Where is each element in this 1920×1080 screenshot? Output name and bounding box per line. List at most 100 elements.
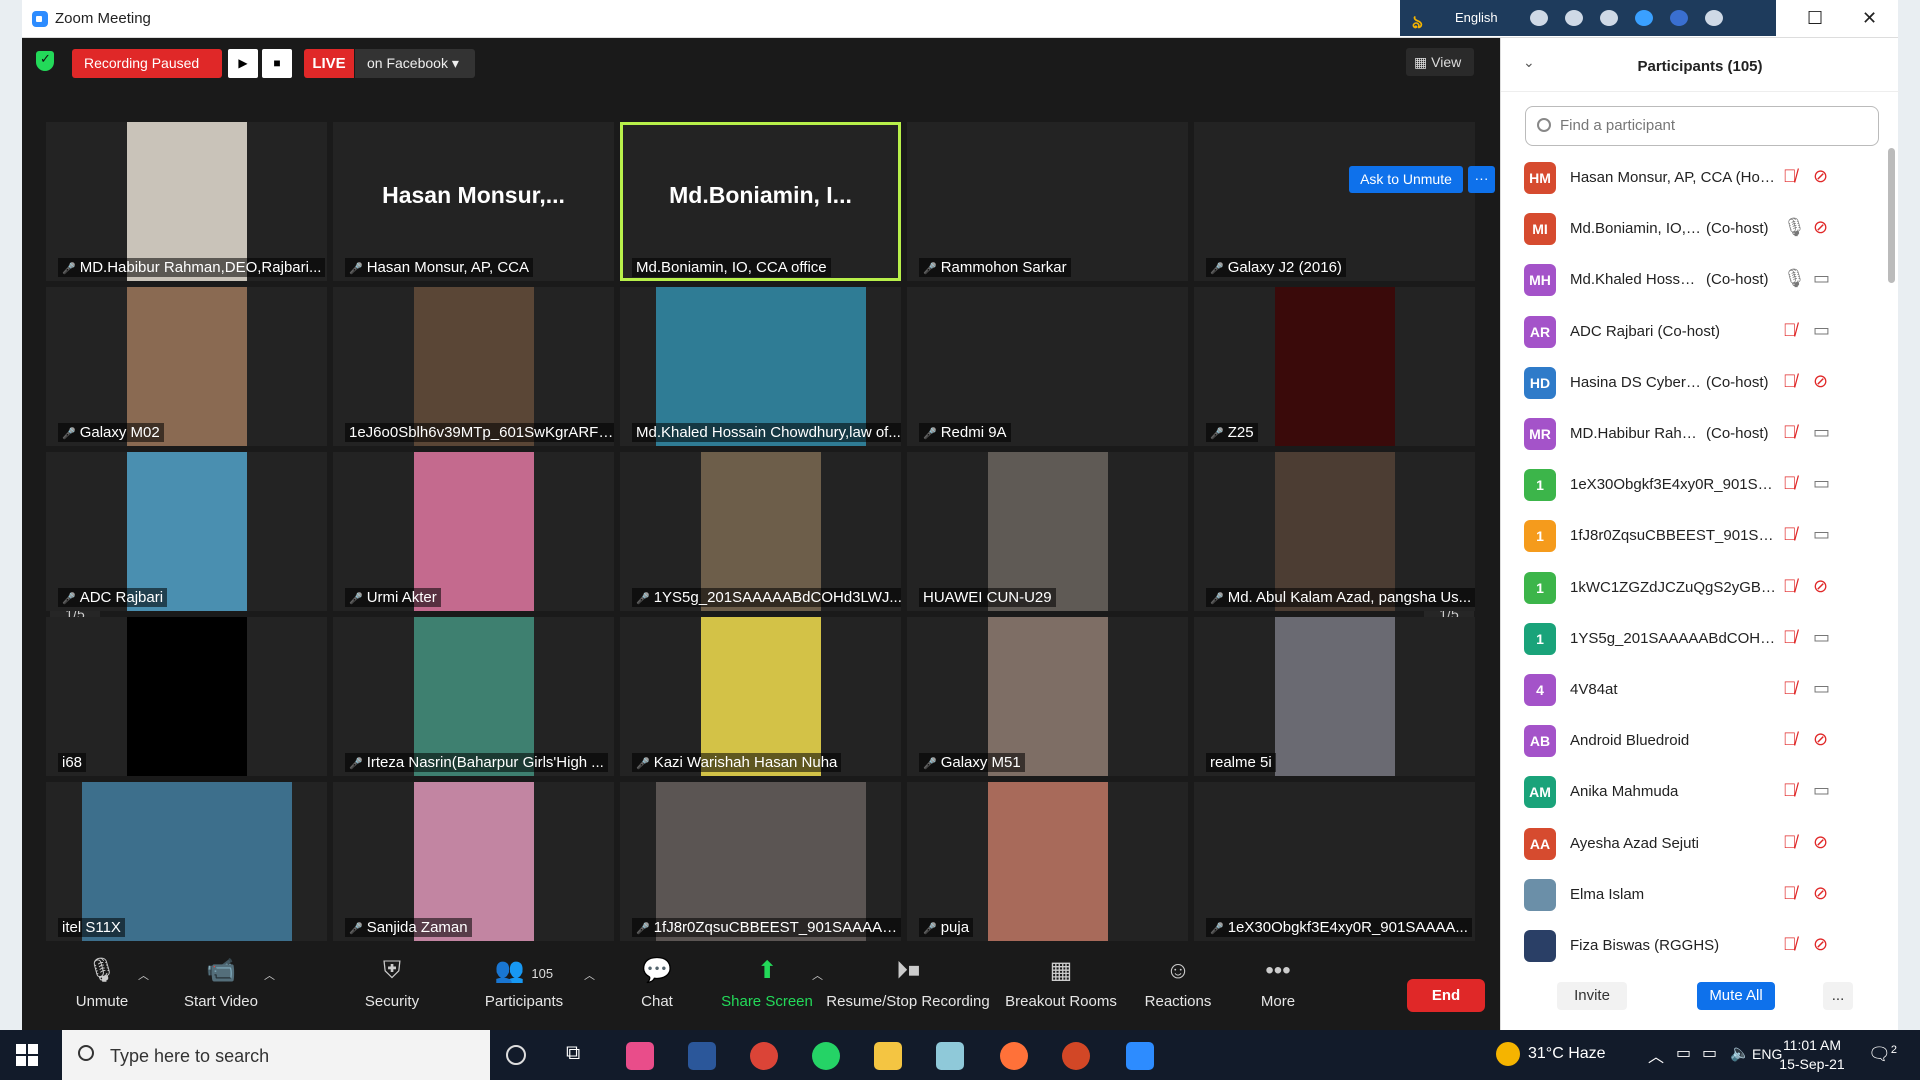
participant-video-tile[interactable]: HUAWEI CUN-U29	[907, 452, 1188, 611]
participant-row[interactable]: MI Md.Boniamin, IO, CCA ...(Co-host) 🎙 ⊘	[1501, 203, 1891, 254]
battery-icon[interactable]: ▭	[1702, 1043, 1717, 1063]
participant-row[interactable]: HD Hasina DS Cyber CCA I...(Co-host) 🎙̸ ⊘	[1501, 357, 1891, 408]
participant-row[interactable]: AB Android Bluedroid 🎙̸ ⊘	[1501, 715, 1891, 766]
live-stream-target-dropdown[interactable]: on Facebook ▾	[355, 49, 475, 78]
help-icon[interactable]	[1670, 10, 1688, 26]
network-icon[interactable]: ▭	[1676, 1043, 1691, 1063]
microphone-icon[interactable]: 🎙	[1783, 217, 1806, 238]
participant-video-tile[interactable]: Kazi Warishah Hasan Nuha	[620, 617, 901, 776]
microphone-muted-icon[interactable]: 🎙̸	[1783, 627, 1797, 648]
video-camera-icon[interactable]: ▭	[1813, 268, 1830, 289]
video-off-icon[interactable]: ⊘	[1813, 729, 1828, 750]
participant-row[interactable]: AA Ayesha Azad Sejuti 🎙̸ ⊘	[1501, 818, 1891, 869]
microphone-muted-icon[interactable]: 🎙̸	[1783, 678, 1797, 699]
info-icon[interactable]	[1705, 10, 1723, 26]
video-camera-icon[interactable]: ▭	[1813, 473, 1830, 494]
participant-video-tile[interactable]: 1eJ6o0Sblh6v39MTp_601SwKgrARFB...	[333, 287, 614, 446]
chevron-up-icon[interactable]: ︿	[264, 967, 275, 983]
microphone-muted-icon[interactable]: 🎙̸	[1783, 524, 1797, 545]
panel-more-button[interactable]: ...	[1823, 982, 1853, 1010]
video-camera-icon[interactable]: ▭	[1813, 678, 1830, 699]
microphone-muted-icon[interactable]: 🎙̸	[1783, 934, 1797, 955]
task-view-icon[interactable]: ⧉	[566, 1042, 594, 1070]
video-off-icon[interactable]: ⊘	[1813, 576, 1828, 597]
participant-video-tile[interactable]: realme 5i	[1194, 617, 1475, 776]
gear-icon[interactable]	[1600, 10, 1618, 26]
video-camera-icon[interactable]: ▭	[1813, 524, 1830, 545]
view-button[interactable]: ▦ View	[1406, 48, 1474, 76]
chat-button[interactable]: 💬 Chat	[622, 945, 692, 1030]
powerpoint-app-icon[interactable]	[1062, 1042, 1090, 1070]
participant-video-tile[interactable]: Galaxy M51	[907, 617, 1188, 776]
participant-video-tile[interactable]: Galaxy M02	[46, 287, 327, 446]
participant-row[interactable]: HM Hasan Monsur, AP, CCA (Host, me)🎙̸ ⊘	[1501, 152, 1891, 203]
taskbar-search-input[interactable]: Type here to search	[62, 1030, 490, 1080]
microphone-muted-icon[interactable]: 🎙̸	[1783, 576, 1797, 597]
participant-video-tile[interactable]: Md.Khaled Hossain Chowdhury,law of...	[620, 287, 901, 446]
participant-row[interactable]: AM Anika Mahmuda 🎙̸ ▭	[1501, 766, 1891, 817]
participant-video-tile[interactable]: 1eX30Obgkf3E4xy0R_901SAAAA...	[1194, 782, 1475, 941]
participant-video-tile[interactable]: ADC Rajbari	[46, 452, 327, 611]
participant-row[interactable]: 1 1YS5g_201SAAAAABdCOHd3LW...🎙̸ ▭	[1501, 613, 1891, 664]
participant-video-tile[interactable]: Hasan Monsur,... Hasan Monsur, AP, CCA	[333, 122, 614, 281]
video-camera-icon[interactable]: ▭	[1813, 320, 1830, 341]
participant-row[interactable]: 4 4V84at 🎙̸ ▭	[1501, 664, 1891, 715]
participant-video-tile[interactable]: 1YS5g_201SAAAAABdCOHd3LWJ...	[620, 452, 901, 611]
resume-recording-button[interactable]: ▶	[228, 49, 258, 78]
chevron-up-icon[interactable]: ︿	[1648, 1043, 1664, 1067]
participant-row[interactable]: MH Md.Khaled Hossain Ch...(Co-host) 🎙 ▭	[1501, 254, 1891, 305]
participant-video-tile[interactable]: Z25	[1194, 287, 1475, 446]
firefox-app-icon[interactable]	[1000, 1042, 1028, 1070]
participant-video-tile[interactable]: Rammohon Sarkar	[907, 122, 1188, 281]
video-off-icon[interactable]: ⊘	[1813, 832, 1828, 853]
participant-video-tile[interactable]: puja	[907, 782, 1188, 941]
microphone-muted-icon[interactable]: 🎙̸	[1783, 729, 1797, 750]
windows-start-icon[interactable]	[16, 1044, 38, 1066]
start-video-button[interactable]: 📹 Start Video ︿	[154, 945, 288, 1030]
share-screen-button[interactable]: ⬆ Share Screen ︿	[712, 945, 823, 1030]
maximize-icon[interactable]: ☐	[1807, 8, 1823, 29]
microphone-muted-icon[interactable]: 🎙̸	[1783, 320, 1797, 341]
video-off-icon[interactable]: ⊘	[1813, 883, 1828, 904]
unmute-button[interactable]: 🎙 Unmute ︿	[50, 945, 154, 1030]
breakout-rooms-button[interactable]: ▦ Breakout Rooms	[998, 945, 1124, 1030]
microphone-muted-icon[interactable]: 🎙̸	[1783, 371, 1797, 392]
video-off-icon[interactable]: ⊘	[1813, 217, 1828, 238]
invite-button[interactable]: Invite	[1557, 982, 1627, 1010]
weather-text[interactable]: 31°C Haze	[1528, 1045, 1606, 1063]
close-icon[interactable]: ✕	[1862, 8, 1877, 29]
participant-video-tile[interactable]: Urmi Akter	[333, 452, 614, 611]
video-off-icon[interactable]: ⊘	[1813, 371, 1828, 392]
language-label[interactable]: English	[1455, 10, 1498, 25]
browser-icon[interactable]	[1635, 10, 1653, 26]
participant-row[interactable]: 1 1fJ8r0ZqsuCBBEEST_901SAAAAA...🎙̸ ▭	[1501, 510, 1891, 561]
participant-row[interactable]: AR ADC Rajbari (Co-host) 🎙̸ ▭	[1501, 306, 1891, 357]
participant-video-tile[interactable]: Sanjida Zaman	[333, 782, 614, 941]
encryption-shield-icon[interactable]	[36, 51, 54, 71]
app-icon[interactable]	[936, 1042, 964, 1070]
participants-button[interactable]: 👥 105 Participants ︿	[462, 945, 595, 1030]
more-button[interactable]: ••• More	[1238, 945, 1318, 1030]
volume-icon[interactable]: 🔈	[1730, 1043, 1750, 1063]
participant-row[interactable]: 1 1kWC1ZGZdJCZuQgS2yGB_901S...🎙̸ ⊘	[1501, 562, 1891, 613]
participant-video-tile[interactable]: Md. Abul Kalam Azad, pangsha Us...	[1194, 452, 1475, 611]
chevron-up-icon[interactable]: ︿	[584, 967, 595, 983]
cortana-icon[interactable]	[506, 1045, 526, 1065]
microphone-muted-icon[interactable]: 🎙̸	[1783, 473, 1797, 494]
participant-video-tile[interactable]: Galaxy J2 (2016)	[1194, 122, 1475, 281]
microphone-muted-icon[interactable]: 🎙̸	[1783, 883, 1797, 904]
resume-stop-recording-button[interactable]: ⏵⏹ Resume/Stop Recording	[822, 945, 994, 1030]
chrome-app-icon[interactable]	[750, 1042, 778, 1070]
video-camera-icon[interactable]: ▭	[1813, 780, 1830, 801]
notification-icon[interactable]: 🗨2	[1868, 1044, 1897, 1065]
whatsapp-app-icon[interactable]	[812, 1042, 840, 1070]
participant-video-tile[interactable]: itel S11X	[46, 782, 327, 941]
microphone-muted-icon[interactable]: 🎙̸	[1783, 780, 1797, 801]
video-off-icon[interactable]: ⊘	[1813, 934, 1828, 955]
weather-icon[interactable]	[1496, 1042, 1520, 1066]
security-button[interactable]: ⛨ Security	[342, 945, 442, 1030]
keyboard-icon[interactable]: ঌ	[1412, 8, 1423, 39]
participant-video-tile[interactable]: Redmi 9A	[907, 287, 1188, 446]
chevron-up-icon[interactable]: ︿	[138, 967, 149, 983]
microphone-icon[interactable]: 🎙	[1783, 268, 1806, 289]
